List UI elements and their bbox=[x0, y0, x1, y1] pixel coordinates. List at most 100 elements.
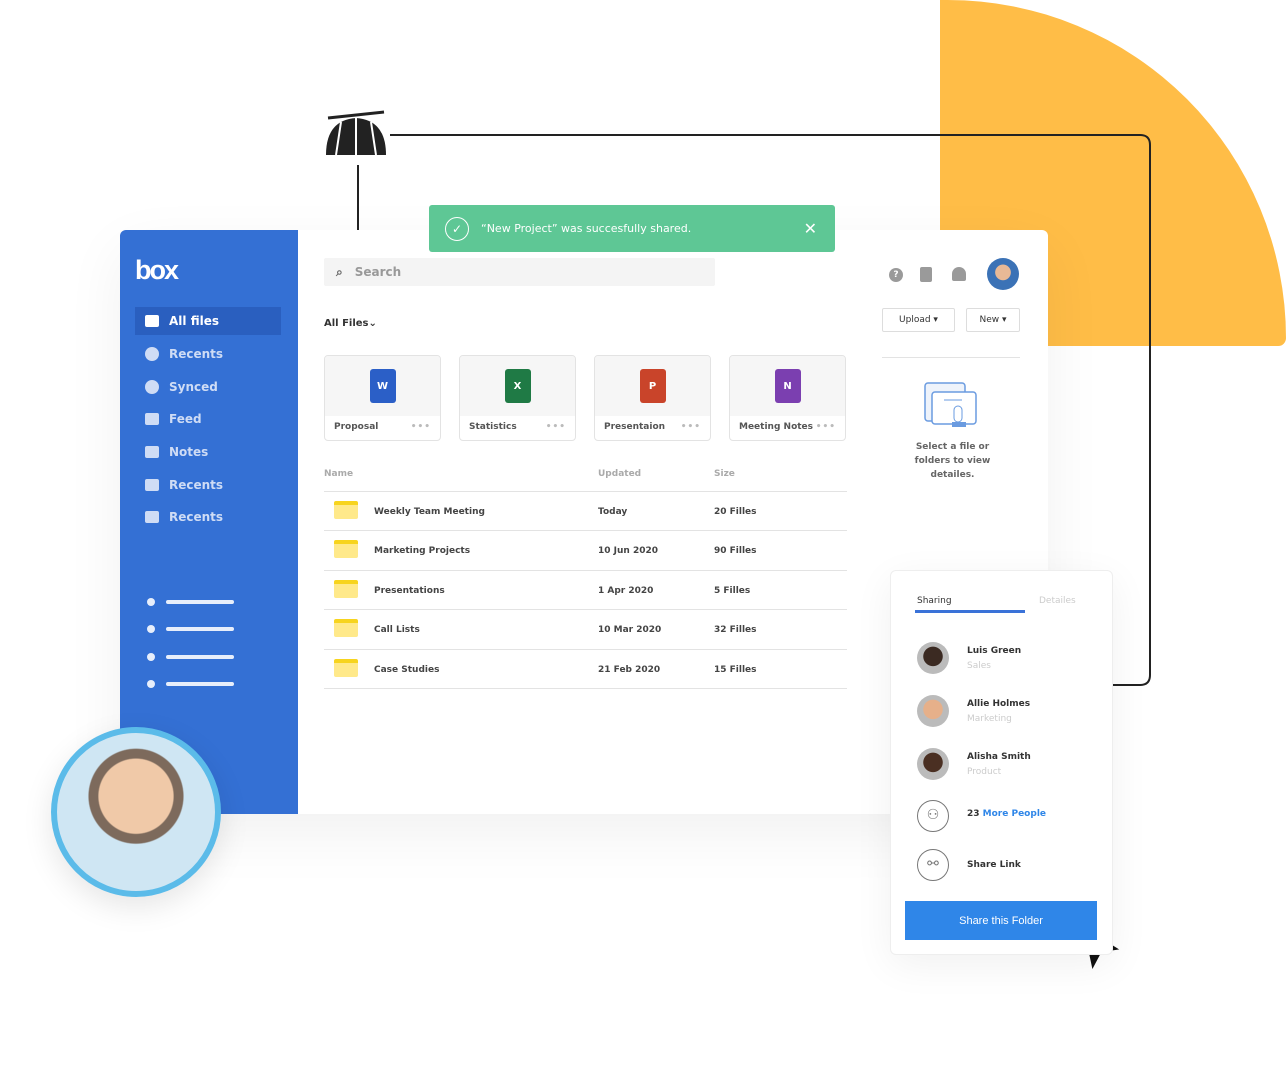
tab-sharing[interactable]: Sharing bbox=[917, 596, 952, 606]
table-row[interactable]: Weekly Team Meeting Today 20 Filles bbox=[324, 491, 847, 530]
search-icon: ⌕ bbox=[336, 264, 343, 279]
person-name: Alisha Smith bbox=[967, 752, 1031, 762]
row-updated: 10 Mar 2020 bbox=[598, 625, 662, 635]
file-card[interactable]: X Statistics ••• bbox=[459, 355, 576, 441]
row-size: 5 Filles bbox=[714, 586, 751, 596]
sidebar-item-recents[interactable]: Recents bbox=[135, 471, 281, 499]
new-button[interactable]: New ▾ bbox=[966, 308, 1020, 332]
person-name: Luis Green bbox=[967, 646, 1022, 656]
folder-select-illustration bbox=[924, 382, 977, 427]
success-toast: ✓ “New Project” was succesfully shared. … bbox=[429, 205, 835, 252]
row-updated: 1 Apr 2020 bbox=[598, 586, 654, 596]
person-avatar bbox=[917, 695, 949, 727]
file-card[interactable]: N Meeting Notes ••• bbox=[729, 355, 846, 441]
share-folder-button[interactable]: Share this Folder bbox=[905, 901, 1097, 940]
folder-icon bbox=[145, 315, 159, 327]
toast-message: “New Project” was succesfully shared. bbox=[481, 222, 692, 235]
row-size: 20 Filles bbox=[714, 507, 757, 517]
row-size: 32 Filles bbox=[714, 625, 757, 635]
sidebar-item-synced[interactable]: Synced bbox=[135, 373, 281, 401]
chevron-down-icon: ⌄ bbox=[368, 318, 377, 329]
sidebar-item-feed[interactable]: Feed bbox=[135, 405, 281, 433]
sidebar-item-all-files[interactable]: All files bbox=[135, 307, 281, 335]
sidebar-item-label: Feed bbox=[169, 412, 202, 426]
add-person-icon: ⚇ bbox=[917, 800, 949, 832]
column-header-updated[interactable]: Updated bbox=[598, 469, 641, 479]
more-options-icon[interactable]: ••• bbox=[816, 422, 836, 432]
file-card[interactable]: W Proposal ••• bbox=[324, 355, 441, 441]
person-name: Allie Holmes bbox=[967, 699, 1031, 709]
row-size: 90 Filles bbox=[714, 546, 757, 556]
more-people[interactable]: ⚇ 23 More People bbox=[917, 800, 1107, 834]
propeller-hat-icon bbox=[326, 110, 386, 156]
column-header-size[interactable]: Size bbox=[714, 469, 735, 479]
folder-icon bbox=[334, 501, 358, 519]
sidebar-item-label: Notes bbox=[169, 445, 209, 459]
check-circle-icon bbox=[145, 380, 159, 394]
file-card-label: Statistics bbox=[469, 422, 517, 432]
sidebar-item-recents[interactable]: Recents bbox=[135, 340, 281, 368]
more-options-icon[interactable]: ••• bbox=[411, 422, 431, 432]
sidebar-item-notes[interactable]: Notes bbox=[135, 438, 281, 466]
shared-person[interactable]: Allie Holmes Marketing bbox=[917, 695, 1107, 729]
folder-icon bbox=[334, 540, 358, 558]
sidebar-item-label: Recents bbox=[169, 510, 224, 524]
breadcrumb[interactable]: All Files⌄ bbox=[324, 318, 377, 329]
row-name: Weekly Team Meeting bbox=[374, 507, 485, 517]
row-updated: Today bbox=[598, 507, 628, 517]
file-card-label: Proposal bbox=[334, 422, 379, 432]
table-row[interactable]: Presentations 1 Apr 2020 5 Filles bbox=[324, 570, 847, 609]
sidebar-item-recents[interactable]: Recents bbox=[135, 503, 281, 531]
more-options-icon[interactable]: ••• bbox=[681, 422, 701, 432]
help-icon[interactable]: ? bbox=[889, 268, 903, 282]
shared-person[interactable]: Alisha Smith Product bbox=[917, 748, 1107, 782]
sidebar-item-label: Recents bbox=[169, 347, 224, 361]
divider bbox=[882, 357, 1020, 358]
check-circle-icon: ✓ bbox=[445, 216, 469, 241]
clock-icon bbox=[145, 347, 159, 361]
column-header-name[interactable]: Name bbox=[324, 469, 353, 479]
share-link[interactable]: ⚯ Share Link bbox=[917, 849, 1107, 883]
row-updated: 10 Jun 2020 bbox=[598, 546, 659, 556]
bell-icon[interactable] bbox=[952, 267, 966, 281]
table-row[interactable]: Marketing Projects 10 Jun 2020 90 Filles bbox=[324, 530, 847, 569]
file-type-icon: P bbox=[639, 369, 666, 403]
sidebar-item-label: All files bbox=[169, 314, 219, 328]
file-type-icon: N bbox=[774, 369, 801, 403]
upload-button[interactable]: Upload ▾ bbox=[882, 308, 955, 332]
row-name: Marketing Projects bbox=[374, 546, 471, 556]
table-row[interactable]: Case Studies 21 Feb 2020 15 Filles bbox=[324, 649, 847, 688]
folder-icon bbox=[334, 659, 358, 677]
file-card[interactable]: P Presentaion ••• bbox=[594, 355, 711, 441]
person-role: Marketing bbox=[967, 714, 1012, 724]
link-icon: ⚯ bbox=[917, 849, 949, 881]
user-photo-avatar bbox=[51, 727, 221, 897]
person-role: Sales bbox=[967, 661, 991, 671]
user-avatar[interactable] bbox=[987, 258, 1019, 290]
row-updated: 21 Feb 2020 bbox=[598, 665, 661, 675]
table-row[interactable]: Call Lists 10 Mar 2020 32 Filles bbox=[324, 609, 847, 648]
person-avatar bbox=[917, 642, 949, 674]
tab-details[interactable]: Detailes bbox=[1039, 596, 1076, 606]
row-size: 15 Filles bbox=[714, 665, 757, 675]
more-options-icon[interactable]: ••• bbox=[546, 422, 566, 432]
notes-icon bbox=[145, 446, 159, 458]
file-card-label: Meeting Notes bbox=[739, 422, 814, 432]
search-input[interactable]: ⌕ Search bbox=[324, 258, 715, 286]
divider bbox=[324, 688, 847, 689]
flag-icon bbox=[145, 479, 159, 491]
shared-person[interactable]: Luis Green Sales bbox=[917, 642, 1107, 676]
folder-icon bbox=[334, 580, 358, 598]
active-tab-indicator bbox=[915, 610, 1025, 613]
trash-icon bbox=[145, 511, 159, 523]
clipboard-icon[interactable] bbox=[920, 267, 932, 282]
row-name: Case Studies bbox=[374, 665, 440, 675]
sidebar-item-label: Recents bbox=[169, 478, 224, 492]
close-icon[interactable]: ✕ bbox=[804, 219, 817, 238]
person-avatar bbox=[917, 748, 949, 780]
file-type-icon: W bbox=[369, 369, 396, 403]
box-logo: box bbox=[135, 255, 179, 285]
sidebar-item-label: Synced bbox=[169, 380, 218, 394]
person-role: Product bbox=[967, 767, 1002, 777]
file-card-label: Presentaion bbox=[604, 422, 666, 432]
